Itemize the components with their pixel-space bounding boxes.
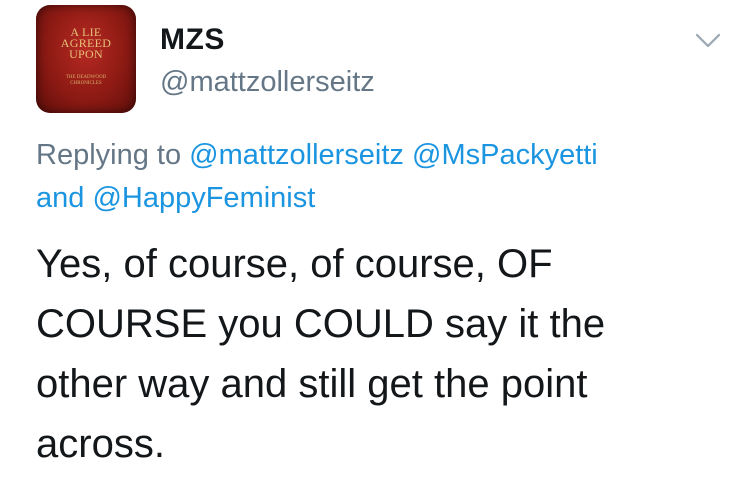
tweet-text-line: other way and still get the point bbox=[36, 362, 588, 406]
avatar[interactable]: A LIE AGREED UPON THE DEADWOOD CHRONICLE… bbox=[36, 5, 136, 113]
tweet-text-line: across. bbox=[36, 422, 165, 466]
chevron-down-icon[interactable] bbox=[693, 29, 723, 51]
tweet-text-line: COURSE you COULD say it the bbox=[36, 302, 606, 346]
mention-link[interactable]: @HappyFeminist bbox=[92, 182, 315, 214]
avatar-subtitle-line: CHRONICLES bbox=[70, 81, 102, 86]
mention-link[interactable]: @mattzollerseitz bbox=[189, 139, 404, 171]
avatar-title-line: UPON bbox=[69, 47, 103, 61]
tweet-text: Yes, of course, of course, OF COURSE you… bbox=[36, 234, 726, 474]
tweet-text-line: Yes, of course, of course, OF bbox=[36, 242, 553, 286]
replying-to-line-2: and @HappyFeminist bbox=[36, 182, 736, 215]
and-others-link[interactable]: and bbox=[36, 182, 84, 214]
display-name[interactable]: MZS bbox=[160, 23, 225, 57]
avatar-book-title: A LIE AGREED UPON bbox=[36, 26, 136, 61]
user-handle[interactable]: @mattzollerseitz bbox=[160, 66, 375, 99]
replying-to-label: Replying to bbox=[36, 139, 182, 171]
avatar-book-subtitle: THE DEADWOOD CHRONICLES bbox=[36, 75, 136, 87]
replying-to-line: Replying to @mattzollerseitz @MsPackyett… bbox=[36, 139, 736, 172]
mention-link[interactable]: @MsPackyetti bbox=[412, 139, 598, 171]
